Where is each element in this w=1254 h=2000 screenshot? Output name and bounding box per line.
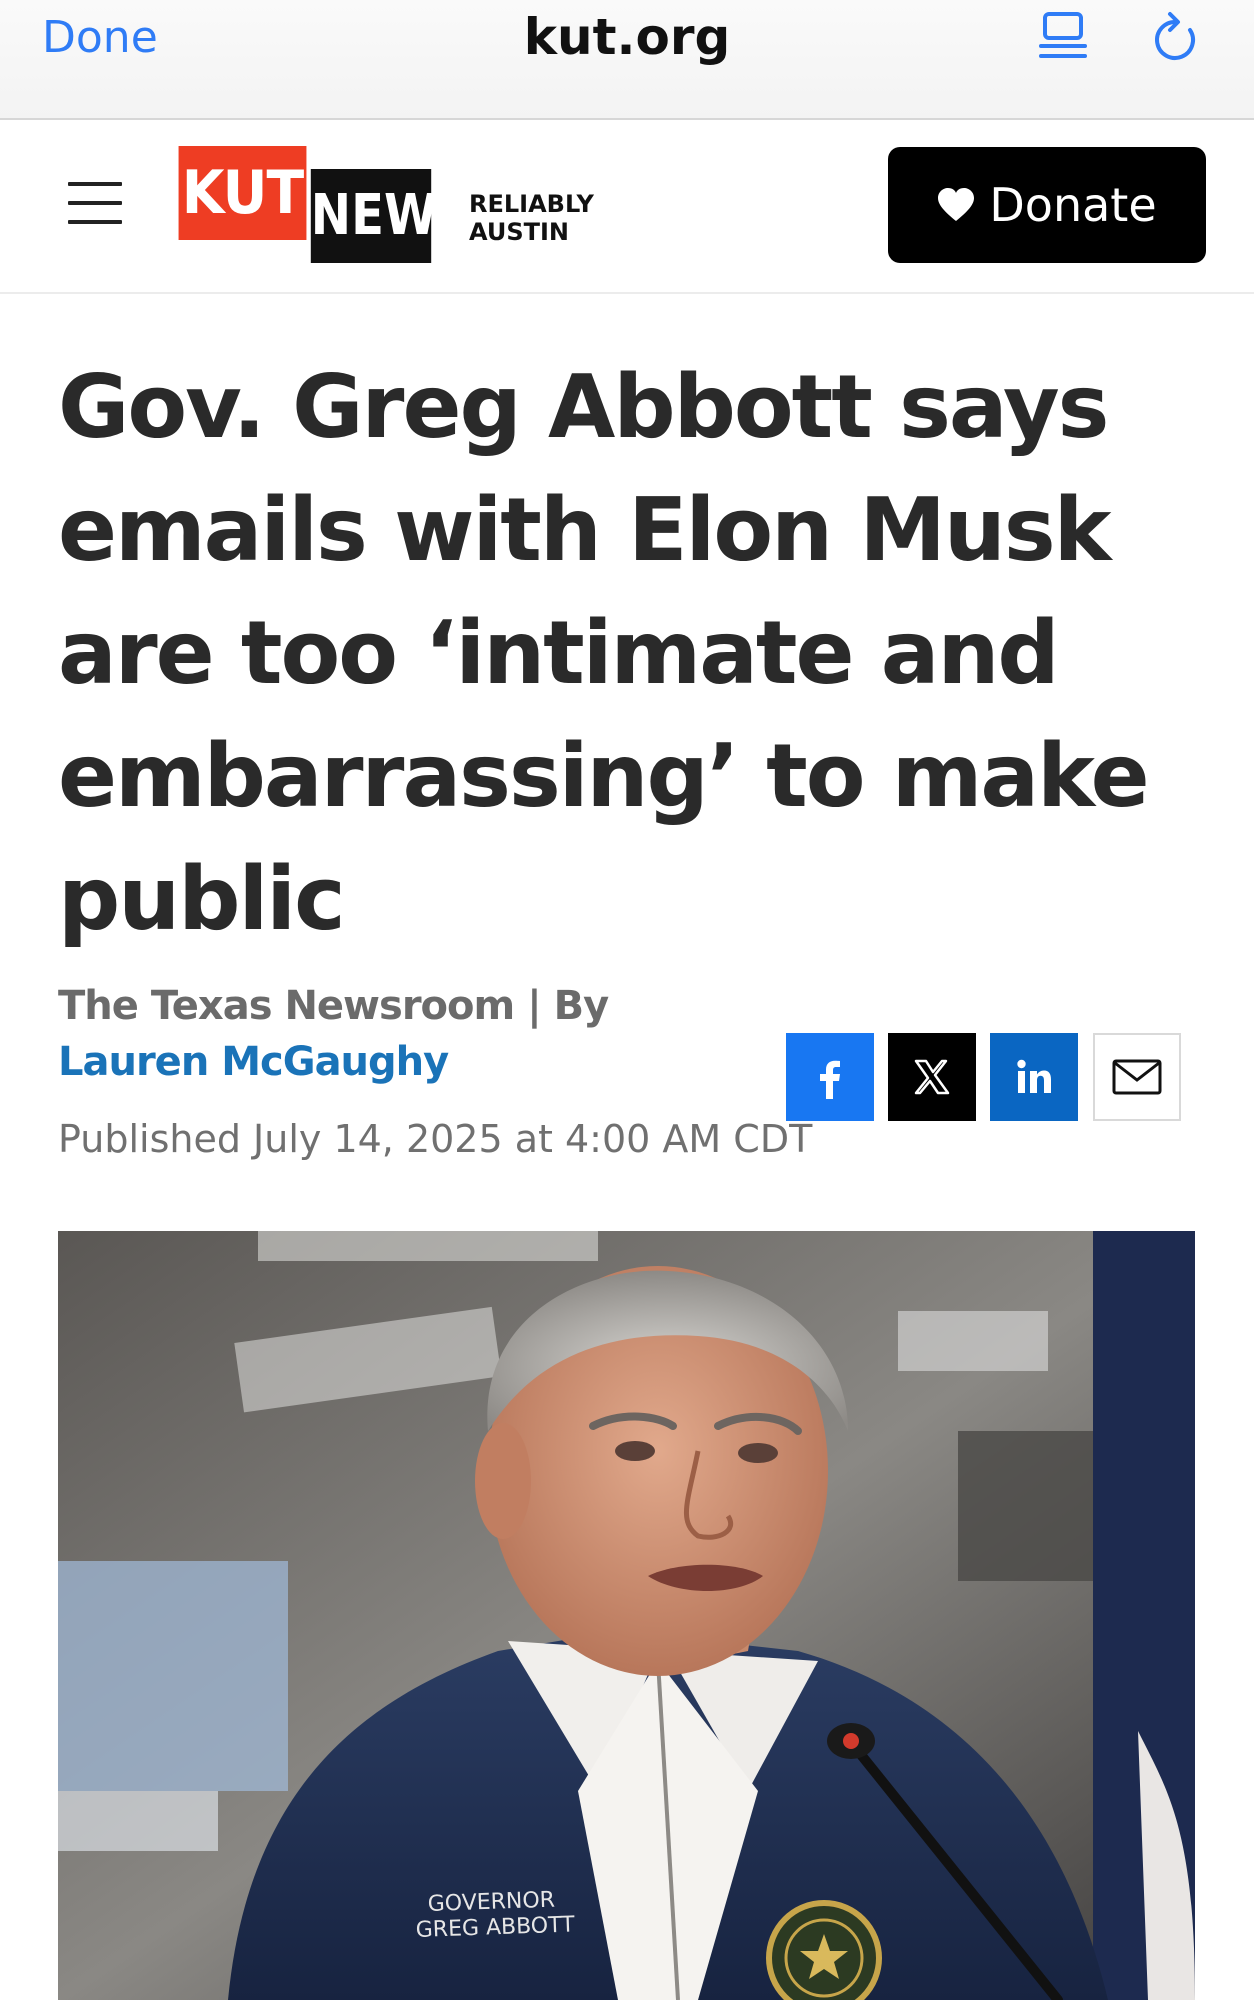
author-link[interactable]: Lauren McGaughy xyxy=(58,1039,449,1085)
menu-icon[interactable] xyxy=(68,182,122,226)
x-logo-icon xyxy=(914,1059,950,1095)
linkedin-share-button[interactable] xyxy=(990,1033,1078,1121)
kut-logo[interactable]: KUT xyxy=(178,146,307,240)
email-share-button[interactable] xyxy=(1093,1033,1181,1121)
jacket-text-line1: GOVERNOR xyxy=(427,1888,555,1917)
reader-view-icon[interactable] xyxy=(1037,8,1089,68)
mail-icon xyxy=(1112,1059,1162,1095)
reload-icon[interactable] xyxy=(1150,8,1202,68)
browser-toolbar: Done kut.org xyxy=(0,0,1254,120)
donate-label: Donate xyxy=(989,178,1157,232)
donate-button[interactable]: Donate xyxy=(888,147,1206,263)
site-header: KUT NEWS RELIABLY AUSTIN Donate xyxy=(0,120,1254,294)
facebook-share-button[interactable] xyxy=(786,1033,874,1121)
tagline-line1: RELIABLY xyxy=(469,190,594,218)
heart-icon xyxy=(938,188,975,221)
x-share-button[interactable] xyxy=(888,1033,976,1121)
article-photo: GOVERNOR GREG ABBOTT xyxy=(58,1231,1195,2000)
photo-illustration: GOVERNOR GREG ABBOTT xyxy=(58,1231,1195,2000)
facebook-icon xyxy=(820,1060,840,1099)
publish-date: Published July 14, 2025 at 4:00 AM CDT xyxy=(58,1117,813,1161)
news-logo[interactable]: NEWS xyxy=(310,169,472,263)
linkedin-icon xyxy=(1017,1059,1051,1093)
byline-source: The Texas Newsroom | By xyxy=(58,983,609,1029)
tagline: RELIABLY AUSTIN xyxy=(469,190,594,246)
article-headline: Gov. Greg Abbott says emails with Elon M… xyxy=(58,356,1150,950)
tagline-line2: AUSTIN xyxy=(469,218,569,246)
byline: The Texas Newsroom | By Lauren McGaughy xyxy=(58,978,758,1090)
